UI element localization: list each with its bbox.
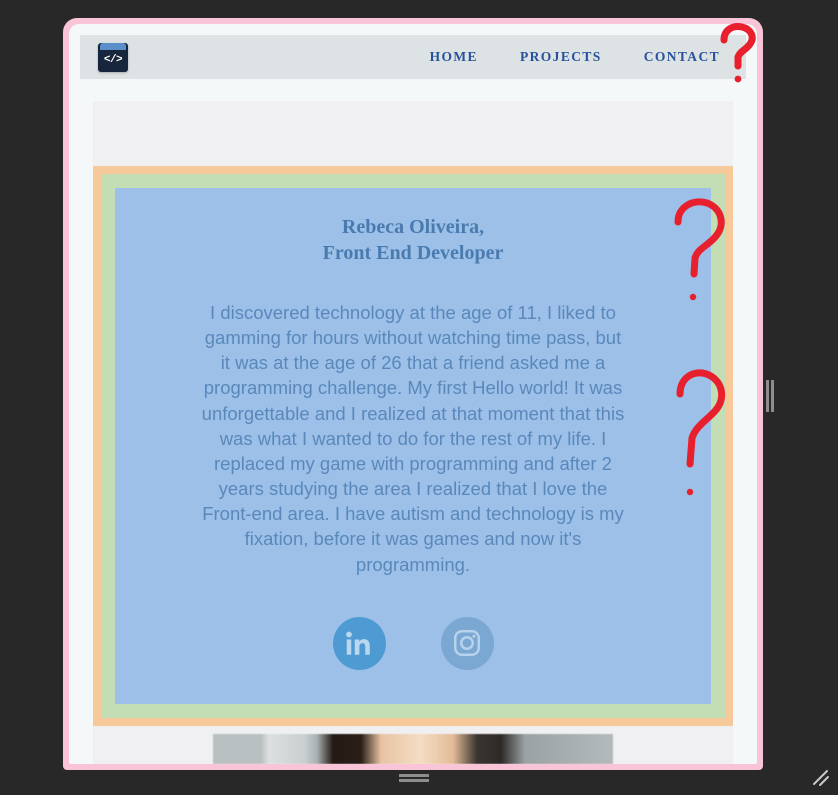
- nav-item-home[interactable]: HOME: [430, 49, 478, 65]
- code-brackets-icon[interactable]: </>: [98, 42, 128, 72]
- about-body-text: I discovered technology at the age of 11…: [201, 302, 625, 575]
- page-body: Rebeca Oliveira, Front End Developer I d…: [80, 79, 746, 764]
- resize-handle-bottom[interactable]: [399, 774, 429, 783]
- about-card-middle-border: Rebeca Oliveira, Front End Developer I d…: [101, 174, 725, 718]
- browser-window-frame: </> HOME PROJECTS CONTACT Rebeca Oliveir…: [63, 18, 763, 770]
- about-heading-line-2: Front End Developer: [322, 242, 504, 264]
- site-header: </> HOME PROJECTS CONTACT: [80, 35, 746, 79]
- content-panel: Rebeca Oliveira, Front End Developer I d…: [93, 101, 733, 764]
- about-heading: Rebeca Oliveira, Front End Developer: [139, 214, 687, 266]
- main-nav: HOME PROJECTS CONTACT: [430, 49, 728, 65]
- nav-item-projects[interactable]: PROJECTS: [520, 49, 602, 65]
- nav-item-contact[interactable]: CONTACT: [644, 49, 720, 65]
- about-heading-line-1: Rebeca Oliveira,: [341, 216, 485, 238]
- linkedin-icon[interactable]: [332, 616, 386, 670]
- about-card-outer-border: Rebeca Oliveira, Front End Developer I d…: [93, 166, 733, 726]
- logo-glyph: </>: [103, 54, 123, 66]
- resize-handle-right[interactable]: [766, 380, 776, 412]
- social-links: [139, 616, 687, 670]
- browser-viewport: </> HOME PROJECTS CONTACT Rebeca Oliveir…: [69, 24, 757, 764]
- logo-top-bar: [100, 42, 126, 50]
- desktop-background: </> HOME PROJECTS CONTACT Rebeca Oliveir…: [0, 0, 838, 795]
- about-card: Rebeca Oliveira, Front End Developer I d…: [115, 188, 711, 704]
- instagram-icon[interactable]: [440, 616, 494, 670]
- profile-photo: [213, 734, 613, 764]
- resize-handle-corner[interactable]: [810, 767, 830, 787]
